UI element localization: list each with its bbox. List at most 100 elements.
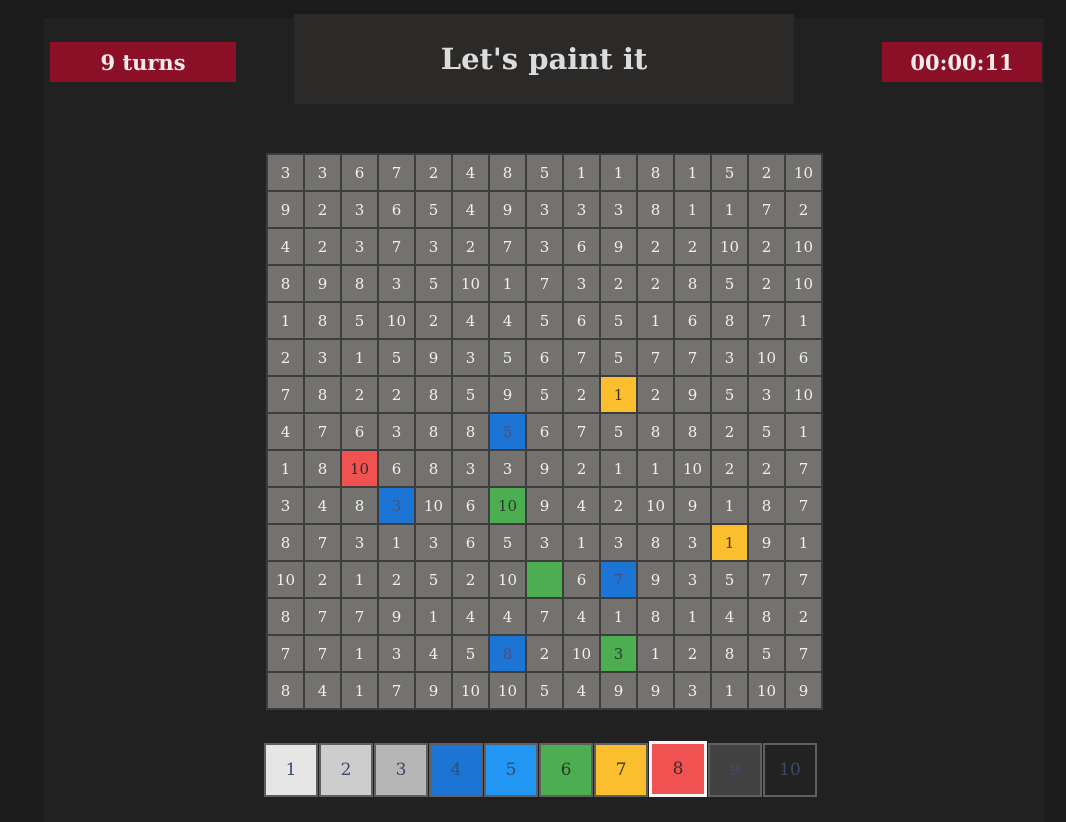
board-cell[interactable]: 9 [526,450,563,487]
board-cell[interactable]: 1 [600,376,637,413]
color-swatch-4[interactable]: 4 [429,743,483,797]
board-cell[interactable]: 10 [785,265,822,302]
board-cell[interactable]: 6 [341,413,378,450]
board-cell[interactable]: 1 [563,154,600,191]
board-cell[interactable]: 3 [378,487,415,524]
board-cell[interactable]: 2 [748,154,785,191]
board-cell[interactable]: 5 [748,635,785,672]
board-cell[interactable]: 3 [267,487,304,524]
board-cell[interactable]: 2 [637,376,674,413]
board-cell[interactable]: 5 [341,302,378,339]
board-cell[interactable]: 2 [452,228,489,265]
board-cell[interactable]: 7 [267,635,304,672]
color-swatch-9[interactable]: 9 [708,743,762,797]
board-cell[interactable]: 6 [674,302,711,339]
board-cell[interactable]: 2 [785,598,822,635]
board-cell[interactable]: 1 [637,302,674,339]
board-cell[interactable]: 4 [452,191,489,228]
board-cell[interactable]: 8 [711,302,748,339]
board-cell[interactable]: 1 [489,265,526,302]
board-cell[interactable]: 5 [526,302,563,339]
board-cell[interactable]: 8 [489,635,526,672]
board-cell[interactable]: 2 [600,265,637,302]
board-cell[interactable]: 2 [304,228,341,265]
board-cell[interactable]: 4 [563,487,600,524]
board-cell[interactable]: 2 [415,302,452,339]
board-cell[interactable]: 8 [637,154,674,191]
board-cell[interactable]: 9 [600,228,637,265]
board-cell[interactable]: 5 [489,524,526,561]
board-cell[interactable]: 10 [748,339,785,376]
board-cell[interactable]: 7 [748,191,785,228]
board-cell[interactable]: 8 [267,524,304,561]
board-cell[interactable]: 7 [748,561,785,598]
board-cell[interactable]: 4 [452,302,489,339]
board-cell[interactable]: 5 [415,191,452,228]
color-swatch-8[interactable]: 8 [649,741,707,797]
board-cell[interactable]: 7 [304,413,341,450]
board-cell[interactable]: 8 [748,598,785,635]
board-cell[interactable]: 1 [785,302,822,339]
board-cell[interactable]: 3 [674,672,711,709]
board-cell[interactable]: 8 [674,413,711,450]
board-cell[interactable]: 2 [748,450,785,487]
board-cell[interactable]: 7 [304,635,341,672]
board-cell[interactable]: 9 [415,672,452,709]
board-cell[interactable]: 3 [711,339,748,376]
board-cell[interactable]: 6 [341,154,378,191]
board-cell[interactable]: 8 [748,487,785,524]
board-cell[interactable]: 9 [304,265,341,302]
color-swatch-7[interactable]: 7 [594,743,648,797]
board-cell[interactable]: 5 [711,376,748,413]
board-cell[interactable]: 1 [785,524,822,561]
board-cell[interactable]: 10 [748,672,785,709]
board-cell[interactable]: 9 [489,376,526,413]
board-cell[interactable]: 8 [489,154,526,191]
board-cell[interactable]: 10 [489,561,526,598]
board-cell[interactable]: 3 [341,228,378,265]
board-cell[interactable]: 2 [674,635,711,672]
board-cell[interactable]: 1 [600,450,637,487]
board-cell[interactable]: 3 [304,154,341,191]
board-cell[interactable]: 7 [674,339,711,376]
board-cell[interactable]: 1 [674,598,711,635]
board-cell[interactable]: 3 [452,339,489,376]
board-cell[interactable]: 3 [341,524,378,561]
board-cell[interactable]: 8 [711,635,748,672]
board-cell[interactable]: 7 [637,339,674,376]
board-cell[interactable]: 1 [378,524,415,561]
board-cell[interactable]: 8 [415,413,452,450]
board-cell[interactable]: 3 [600,635,637,672]
board-cell[interactable]: 5 [600,302,637,339]
board-cell[interactable]: 2 [526,635,563,672]
board-cell[interactable]: 2 [563,450,600,487]
board-cell[interactable]: 8 [304,450,341,487]
color-swatch-1[interactable]: 1 [264,743,318,797]
board-cell[interactable]: 1 [637,450,674,487]
board-cell[interactable]: 3 [674,561,711,598]
board-cell[interactable]: 5 [748,413,785,450]
board-cell[interactable]: 8 [452,413,489,450]
board-cell[interactable]: 7 [785,487,822,524]
board-cell[interactable]: 7 [600,561,637,598]
board-cell[interactable]: 3 [563,265,600,302]
board-cell[interactable]: 8 [304,376,341,413]
board-cell[interactable]: 9 [674,376,711,413]
board-cell[interactable]: 3 [341,191,378,228]
board-cell[interactable]: 10 [415,487,452,524]
board-cell[interactable]: 4 [267,413,304,450]
board-cell[interactable]: 10 [563,635,600,672]
board-cell[interactable]: 1 [341,635,378,672]
board-cell[interactable]: 1 [785,413,822,450]
board-cell[interactable]: 10 [785,376,822,413]
board-cell[interactable]: 2 [267,339,304,376]
board-cell[interactable]: 9 [637,672,674,709]
board-cell[interactable]: 2 [378,376,415,413]
board-cell[interactable]: 6 [452,487,489,524]
board-cell[interactable]: 5 [526,154,563,191]
board-cell[interactable]: 7 [785,450,822,487]
board-cell[interactable]: 2 [341,376,378,413]
board-cell[interactable]: 4 [452,154,489,191]
board-cell[interactable]: 9 [600,672,637,709]
board-cell[interactable]: 1 [341,672,378,709]
